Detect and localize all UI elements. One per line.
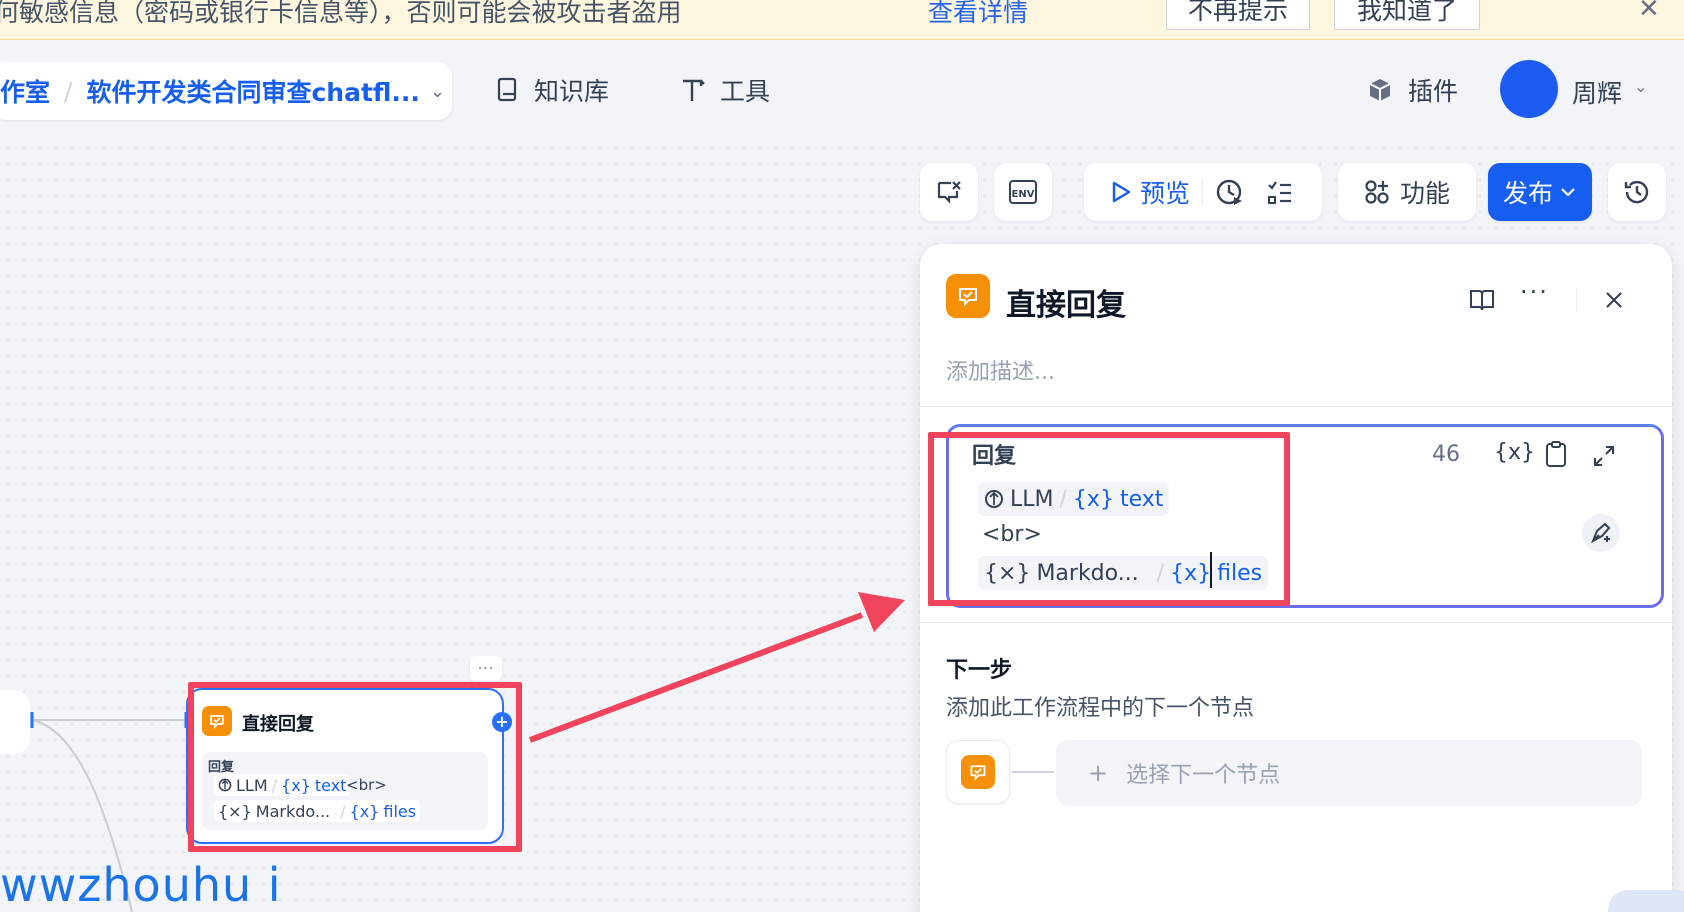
watermark: wwzhouhu i bbox=[0, 858, 282, 912]
annotation-arrow bbox=[528, 592, 905, 743]
